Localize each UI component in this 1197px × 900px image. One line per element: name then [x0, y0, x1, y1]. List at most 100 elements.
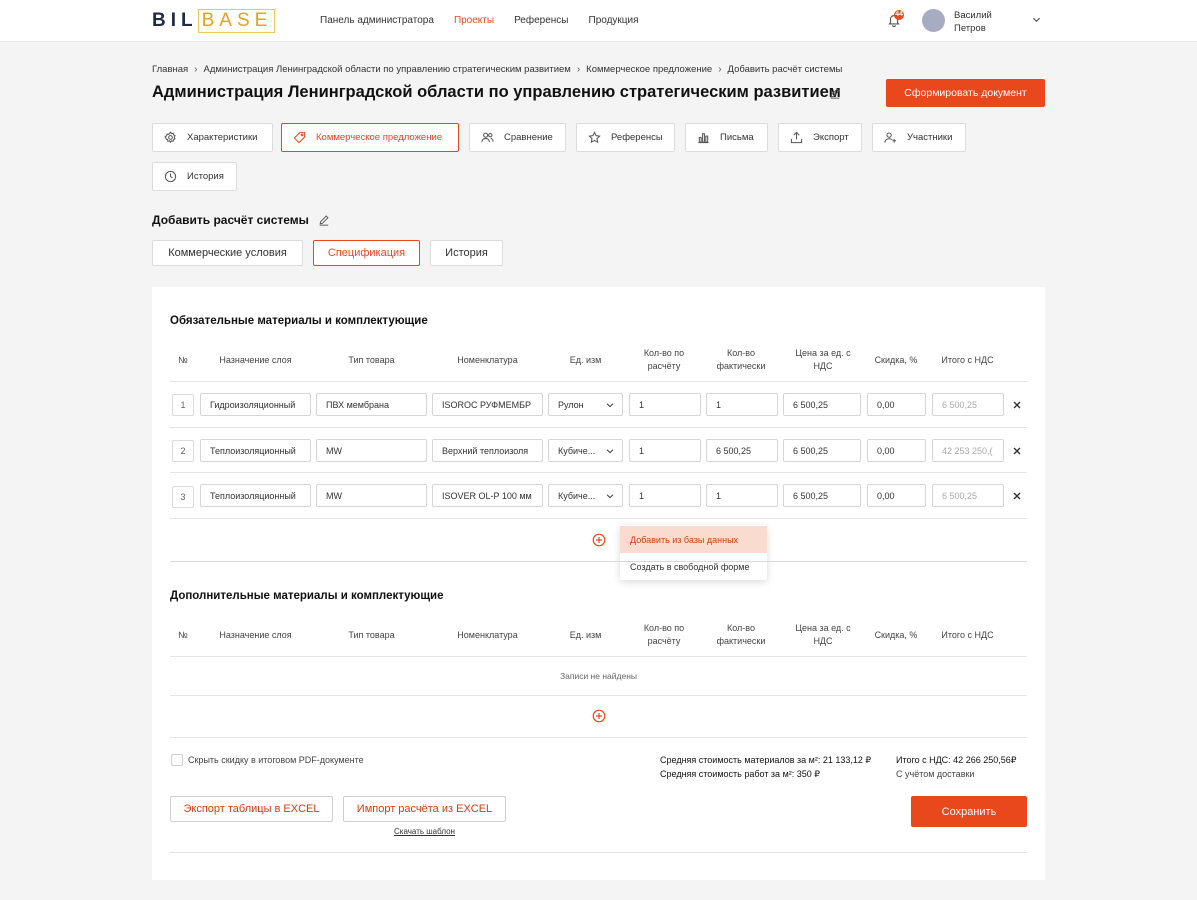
chart-icon: [698, 133, 709, 144]
import-excel-button[interactable]: Импорт расчёта из EXCEL: [343, 796, 506, 822]
divider: [170, 852, 1027, 853]
breadcrumb: Главная › Администрация Ленинградской об…: [152, 64, 842, 75]
nomenclature-input[interactable]: ISOROC РУФМЕМБР: [432, 393, 543, 416]
tab-participants[interactable]: Участники: [872, 123, 966, 152]
add-row-icon[interactable]: [592, 709, 606, 723]
total-note: С учётом доставки: [896, 769, 975, 779]
subtab-commercial-terms[interactable]: Коммерческие условия: [152, 240, 303, 266]
nav-item-references[interactable]: Референсы: [514, 15, 568, 26]
hide-discount-label: Скрыть скидку в итоговом PDF-документе: [188, 755, 364, 765]
discount-input[interactable]: 0,00: [867, 393, 926, 416]
required-materials-title: Обязательные материалы и комплектующие: [170, 315, 428, 327]
breadcrumb-item[interactable]: Главная: [152, 64, 188, 75]
download-template-link[interactable]: Скачать шаблон: [343, 827, 506, 836]
add-row-menu: Добавить из базы данных Создать в свобод…: [620, 525, 767, 580]
section-subtitle: Добавить расчёт системы: [152, 213, 309, 227]
chevron-down-icon: [606, 403, 614, 408]
menu-item-create-free[interactable]: Создать в свободной форме: [620, 553, 767, 580]
qty-calc-input[interactable]: 1: [629, 439, 701, 462]
close-icon[interactable]: [1012, 491, 1022, 501]
nav-item-admin[interactable]: Панель администратора: [320, 15, 434, 26]
nomenclature-input[interactable]: ISOVER OL-P 100 мм: [432, 484, 543, 507]
price-input[interactable]: 6 500,25: [783, 439, 861, 462]
avg-works-cost: Средняя стоимость работ за м²: 350 ₽: [660, 769, 820, 779]
gear-icon: [164, 131, 176, 144]
product-type-input[interactable]: MW: [316, 439, 427, 462]
close-icon[interactable]: [1012, 446, 1022, 456]
generate-document-button[interactable]: Сформировать документ: [886, 79, 1045, 107]
subtab-specification[interactable]: Спецификация: [313, 240, 420, 266]
main-nav: Панель администратора Проекты Референсы …: [320, 15, 639, 26]
product-type-input[interactable]: MW: [316, 484, 427, 507]
export-excel-button[interactable]: Экспорт таблицы в EXCEL: [170, 796, 333, 822]
nomenclature-input[interactable]: Верхний теплоизоля: [432, 439, 543, 462]
upload-icon: [790, 131, 803, 144]
row-number: 1: [172, 394, 194, 416]
top-header: BIL BASE Панель администратора Проекты Ре…: [0, 0, 1197, 42]
row-number: 3: [172, 486, 194, 508]
chevron-right-icon: ›: [576, 64, 581, 75]
subtab-history[interactable]: История: [430, 240, 503, 266]
tab-letters[interactable]: Письма: [685, 123, 768, 152]
total-with-vat: Итого с НДС: 42 266 250,56₽: [896, 755, 1017, 765]
menu-item-add-from-db[interactable]: Добавить из базы данных: [620, 526, 767, 553]
tab-characteristics[interactable]: Характеристики: [152, 123, 273, 152]
unit-select[interactable]: Кубиче...: [548, 484, 623, 507]
tab-references[interactable]: Референсы: [576, 123, 675, 152]
product-type-input[interactable]: ПВХ мембрана: [316, 393, 427, 416]
discount-input[interactable]: 0,00: [867, 439, 926, 462]
pencil-icon[interactable]: [829, 87, 841, 99]
price-input[interactable]: 6 500,25: [783, 484, 861, 507]
specification-card: [152, 287, 1045, 880]
total-field: 42 253 250,(: [932, 439, 1004, 462]
unit-select[interactable]: Кубиче...: [548, 439, 623, 462]
unit-select[interactable]: Рулон: [548, 393, 623, 416]
divider: [170, 737, 1027, 738]
chevron-down-icon[interactable]: [1031, 14, 1042, 25]
chevron-right-icon: ›: [194, 64, 198, 75]
chevron-right-icon: ›: [718, 64, 722, 75]
qty-calc-input[interactable]: 1: [629, 393, 701, 416]
notification-badge: 44: [894, 10, 904, 20]
nav-item-products[interactable]: Продукция: [589, 15, 639, 26]
user-name[interactable]: Василий Петров: [954, 9, 1014, 35]
breadcrumb-item-current: Добавить расчёт системы: [727, 64, 843, 75]
logo[interactable]: BIL BASE: [152, 8, 276, 34]
breadcrumb-item[interactable]: Администрация Ленинградской области по у…: [204, 64, 571, 75]
layer-input[interactable]: Гидроизоляционный: [200, 393, 311, 416]
divider: [170, 518, 1027, 519]
chevron-down-icon: [606, 449, 614, 454]
page-title: Администрация Ленинградской области по у…: [152, 83, 841, 101]
hide-discount-checkbox[interactable]: [171, 754, 183, 766]
discount-input[interactable]: 0,00: [867, 484, 926, 507]
divider: [170, 472, 1027, 473]
empty-state: Записи не найдены: [559, 671, 637, 681]
breadcrumb-item[interactable]: Коммерческое предложение: [586, 64, 712, 75]
total-field: 6 500,25: [932, 484, 1004, 507]
qty-fact-input[interactable]: 1: [706, 393, 778, 416]
total-field: 6 500,25: [932, 393, 1004, 416]
extra-materials-title: Дополнительные материалы и комплектующие: [170, 590, 444, 602]
qty-calc-input[interactable]: 1: [629, 484, 701, 507]
layer-input[interactable]: Теплоизоляционный: [200, 484, 311, 507]
chevron-down-icon: [606, 494, 614, 499]
divider: [170, 695, 1027, 696]
tab-export[interactable]: Экспорт: [778, 123, 862, 152]
pencil-icon[interactable]: [318, 214, 330, 226]
tab-comparison[interactable]: Сравнение: [469, 123, 566, 152]
price-input[interactable]: 6 500,25: [783, 393, 861, 416]
tab-history[interactable]: История: [152, 162, 237, 191]
save-button[interactable]: Сохранить: [911, 796, 1027, 827]
divider: [170, 656, 1027, 657]
nav-item-projects[interactable]: Проекты: [454, 15, 494, 26]
qty-fact-input[interactable]: 1: [706, 484, 778, 507]
tag-icon: [293, 131, 306, 144]
add-row-icon[interactable]: [592, 533, 606, 547]
close-icon[interactable]: [1012, 400, 1022, 410]
qty-fact-input[interactable]: 6 500,25: [706, 439, 778, 462]
clock-icon: [164, 170, 177, 183]
layer-input[interactable]: Теплоизоляционный: [200, 439, 311, 462]
tab-commercial-offer[interactable]: Коммерческое предложение: [281, 123, 459, 152]
avatar[interactable]: [922, 9, 945, 32]
star-icon: [588, 131, 601, 144]
